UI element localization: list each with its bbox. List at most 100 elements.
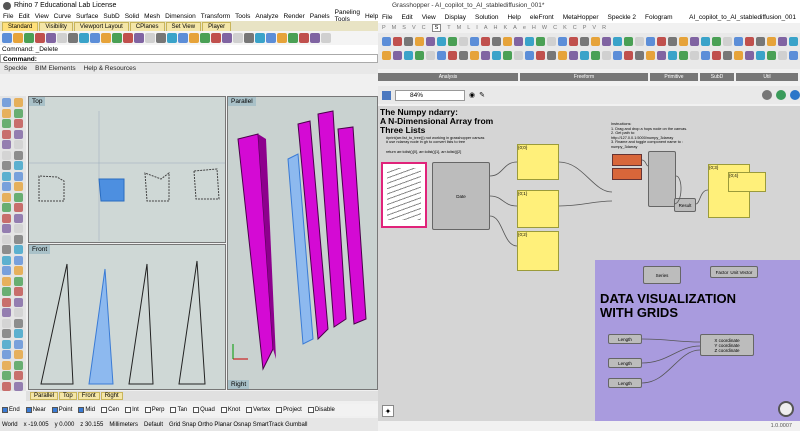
rhino-menu-item[interactable]: Analyze bbox=[255, 13, 278, 20]
osnap-option[interactable]: Project bbox=[276, 407, 302, 413]
toolbar-tool-icon[interactable] bbox=[90, 33, 100, 43]
component-icon[interactable] bbox=[712, 37, 721, 46]
component-icon[interactable] bbox=[459, 51, 468, 60]
osnap-checkbox[interactable] bbox=[307, 407, 314, 413]
rhino-tab[interactable]: Standard bbox=[2, 22, 39, 31]
sidebar-tool-icon[interactable] bbox=[14, 213, 23, 223]
viewport-right-label[interactable]: Right bbox=[228, 380, 250, 389]
toolbar-tool-icon[interactable] bbox=[57, 33, 67, 43]
eye-icon[interactable]: ◉ bbox=[469, 91, 475, 99]
rhino-menu-item[interactable]: Paneling Tools bbox=[335, 9, 360, 23]
toolbar-tool-icon[interactable] bbox=[266, 33, 276, 43]
toolbar-tool-icon[interactable] bbox=[156, 33, 166, 43]
sidebar-tool-icon[interactable] bbox=[2, 224, 11, 233]
rhino-menu-item[interactable]: Surface bbox=[76, 13, 98, 20]
osnap-option[interactable]: End bbox=[2, 407, 20, 413]
osnap-checkbox[interactable] bbox=[78, 407, 85, 413]
component-icon[interactable] bbox=[569, 37, 578, 46]
sidebar-tool-icon[interactable] bbox=[2, 339, 11, 349]
component-icon[interactable] bbox=[646, 51, 655, 60]
component-icon[interactable] bbox=[778, 51, 787, 60]
toolbar-tool-icon[interactable] bbox=[2, 33, 12, 43]
toolbar-tool-icon[interactable] bbox=[112, 33, 122, 43]
component-icon[interactable] bbox=[624, 51, 633, 60]
gh-tab[interactable]: K bbox=[503, 25, 507, 31]
component-icon[interactable] bbox=[437, 37, 446, 46]
sidebar-tool-icon[interactable] bbox=[2, 360, 11, 370]
toolbar-tool-icon[interactable] bbox=[101, 33, 111, 43]
osnap-option[interactable]: Vertex bbox=[246, 407, 270, 413]
component-icon[interactable] bbox=[448, 51, 457, 60]
sidebar-tool-icon[interactable] bbox=[14, 360, 23, 370]
gh-tab[interactable]: C bbox=[573, 25, 577, 31]
sidebar-tool-icon[interactable] bbox=[2, 203, 11, 212]
save-icon[interactable] bbox=[382, 90, 391, 100]
viewport-parallel-label[interactable]: Parallel bbox=[228, 97, 256, 106]
component-icon[interactable] bbox=[734, 37, 743, 46]
component-icon[interactable] bbox=[679, 37, 688, 46]
rhino-menu-item[interactable]: View bbox=[35, 13, 49, 20]
sidebar-tool-icon[interactable] bbox=[2, 350, 11, 359]
component-icon[interactable] bbox=[591, 51, 600, 60]
sidebar-tool-icon[interactable] bbox=[14, 381, 23, 391]
component-icon[interactable] bbox=[415, 37, 424, 46]
component-icon[interactable] bbox=[712, 51, 721, 60]
viewport-tab[interactable]: Right bbox=[100, 392, 123, 400]
component-icon[interactable] bbox=[690, 37, 699, 46]
sidebar-tool-icon[interactable] bbox=[14, 119, 23, 128]
gh-tab[interactable]: A bbox=[484, 25, 488, 31]
toolbar-tool-icon[interactable] bbox=[200, 33, 210, 43]
panel-tab[interactable]: Speckle bbox=[4, 65, 27, 72]
osnap-option[interactable]: Cen bbox=[101, 407, 119, 413]
sidebar-tool-icon[interactable] bbox=[14, 297, 23, 307]
toolbar-tool-icon[interactable] bbox=[299, 33, 309, 43]
status-units[interactable]: Millimeters bbox=[109, 422, 138, 428]
toolbar-tool-icon[interactable] bbox=[255, 33, 265, 43]
viewport-front[interactable]: Front bbox=[28, 244, 226, 390]
component-icon[interactable] bbox=[525, 37, 534, 46]
osnap-checkbox[interactable] bbox=[193, 407, 200, 413]
osnap-option[interactable]: Near bbox=[25, 407, 46, 413]
rhino-menu-item[interactable]: File bbox=[3, 13, 13, 20]
preview-sphere-icon[interactable] bbox=[762, 90, 772, 100]
component-icon[interactable] bbox=[536, 51, 545, 60]
component-icon[interactable] bbox=[426, 51, 435, 60]
sidebar-tool-icon[interactable] bbox=[2, 297, 11, 307]
toolbar-tool-icon[interactable] bbox=[46, 33, 56, 43]
component-icon[interactable] bbox=[536, 37, 545, 46]
osnap-checkbox[interactable] bbox=[101, 407, 108, 413]
rhino-tab[interactable]: Visibility bbox=[39, 22, 73, 31]
component-icon[interactable] bbox=[382, 51, 391, 60]
rhino-tab[interactable]: Player bbox=[202, 22, 232, 31]
sidebar-tool-icon[interactable] bbox=[14, 129, 23, 139]
sidebar-tool-icon[interactable] bbox=[14, 266, 23, 275]
osnap-checkbox[interactable] bbox=[246, 407, 253, 413]
osnap-checkbox[interactable] bbox=[170, 407, 177, 413]
viewport-tab[interactable]: Top bbox=[59, 392, 77, 400]
component-icon[interactable] bbox=[613, 51, 622, 60]
component-icon[interactable] bbox=[503, 51, 512, 60]
toolbar-tool-icon[interactable] bbox=[222, 33, 232, 43]
sidebar-tool-icon[interactable] bbox=[14, 371, 23, 380]
rhino-menu-item[interactable]: Mesh bbox=[144, 13, 160, 20]
sidebar-tool-icon[interactable] bbox=[2, 192, 11, 202]
viewport-top-label[interactable]: Top bbox=[29, 97, 46, 106]
gh-menu-item[interactable]: Display bbox=[445, 14, 466, 21]
gh-menu-item[interactable]: eleFront bbox=[530, 14, 554, 21]
component-icon[interactable] bbox=[437, 51, 446, 60]
sidebar-tool-icon[interactable] bbox=[14, 150, 23, 160]
sidebar-tool-icon[interactable] bbox=[2, 108, 11, 118]
viewport-parallel[interactable]: Parallel Right bbox=[227, 96, 378, 390]
component-icon[interactable] bbox=[382, 37, 391, 46]
gh-canvas[interactable]: The Numpy ndarry: A N-Dimensional Array … bbox=[378, 106, 800, 421]
sidebar-tool-icon[interactable] bbox=[14, 161, 23, 170]
status-world[interactable]: World bbox=[2, 422, 18, 428]
gh-menu-item[interactable]: View bbox=[422, 14, 436, 21]
component-icon[interactable] bbox=[558, 51, 567, 60]
viewport-top[interactable]: Top bbox=[28, 96, 226, 243]
sidebar-tool-icon[interactable] bbox=[2, 119, 11, 128]
component-icon[interactable] bbox=[514, 51, 523, 60]
rhino-tab[interactable]: Set View bbox=[165, 22, 202, 31]
osnap-option[interactable]: Quad bbox=[193, 407, 215, 413]
component-icon[interactable] bbox=[547, 51, 556, 60]
